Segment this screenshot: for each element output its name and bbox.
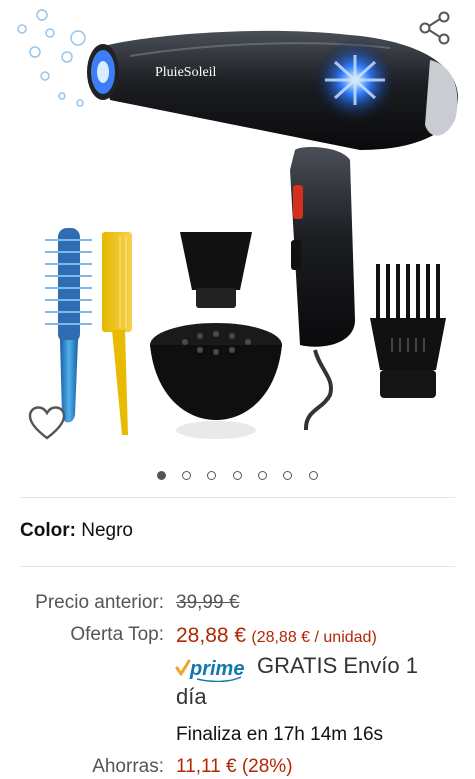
unit-price: (28,88 € / unidad) xyxy=(251,629,377,646)
prime-logo: prime xyxy=(175,658,244,682)
deal-countdown: Finaliza en 17h 14m 16s xyxy=(176,724,384,745)
color-value: Negro xyxy=(81,520,133,541)
pagination-dot[interactable] xyxy=(258,471,267,480)
brand-logo-text: PluieSoleil xyxy=(155,65,217,80)
previous-price-label: Precio anterior: xyxy=(35,592,164,613)
pagination-dot[interactable] xyxy=(309,471,318,480)
previous-price: 39,99 € xyxy=(176,592,240,613)
product-image-carousel[interactable]: PluieSoleil xyxy=(0,0,475,450)
shipping-text-line2: día xyxy=(176,684,207,709)
pagination-dot[interactable] xyxy=(283,471,292,480)
product-image: PluieSoleil xyxy=(17,9,459,439)
savings-label: Ahorras: xyxy=(92,756,164,777)
offer-price-row: 28,88 € (28,88 € / unidad) xyxy=(176,624,377,648)
pagination-dot[interactable] xyxy=(207,471,216,480)
divider xyxy=(20,497,455,498)
pagination-dot[interactable] xyxy=(182,471,191,480)
offer-price: 28,88 € xyxy=(176,624,247,647)
divider xyxy=(20,566,455,567)
prime-logo-text: prime xyxy=(189,658,244,680)
color-label: Color: xyxy=(20,520,76,541)
color-selection: Color: Negro xyxy=(20,520,133,542)
pagination-dot-active[interactable] xyxy=(157,471,166,480)
image-pagination xyxy=(0,471,475,487)
heart-icon[interactable] xyxy=(27,405,67,441)
savings-value: 11,11 € (28%) xyxy=(176,756,293,777)
shipping-text-line1: GRATIS Envío 1 xyxy=(257,653,418,678)
offer-label: Oferta Top: xyxy=(70,624,164,645)
share-icon[interactable] xyxy=(417,10,453,46)
pagination-dot[interactable] xyxy=(233,471,242,480)
